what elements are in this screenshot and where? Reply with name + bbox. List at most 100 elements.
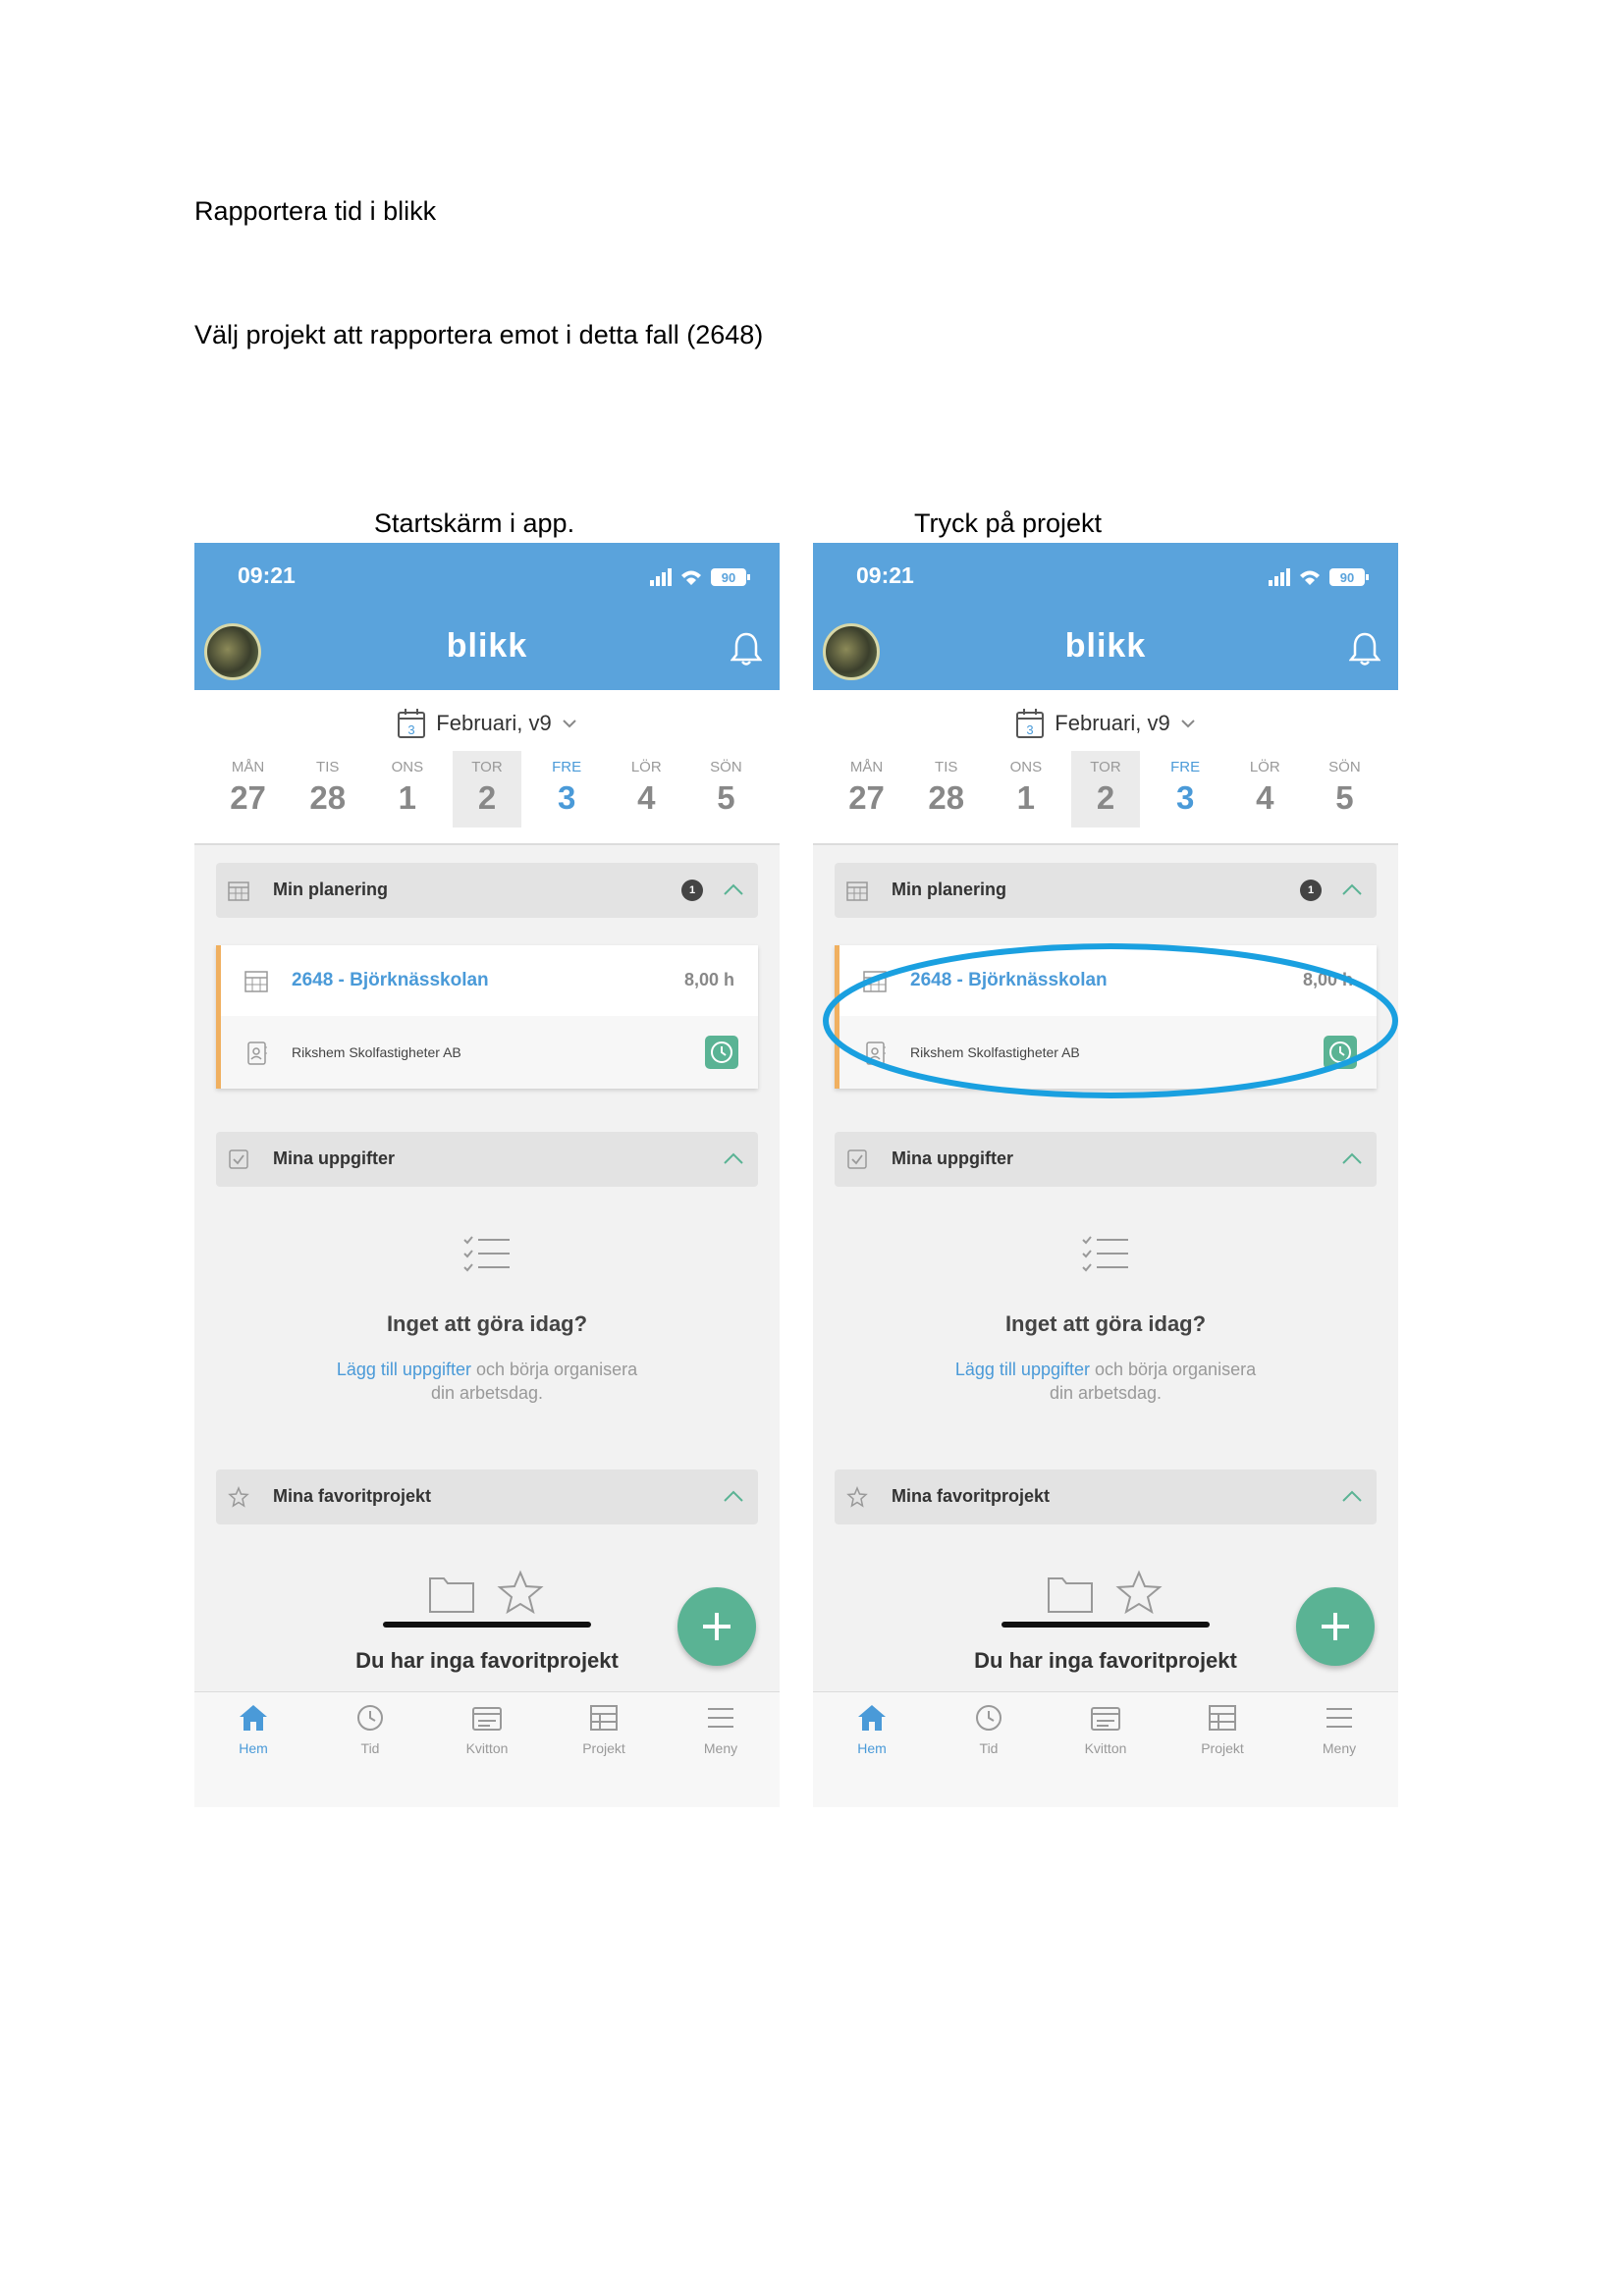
calendar-grid-icon — [846, 881, 868, 901]
chevron-up-icon[interactable] — [723, 1151, 744, 1165]
add-tasks-link[interactable]: Lägg till uppgifter — [955, 1360, 1090, 1379]
day-sun[interactable]: SÖN 5 — [1305, 755, 1384, 833]
section-favorites-header[interactable]: Mina favoritprojekt — [835, 1469, 1377, 1524]
day-fri-today[interactable]: FRE 3 — [527, 755, 607, 833]
planned-project-card[interactable]: 2648 - Björknässkolan 8,00 h Rikshem Sko… — [835, 945, 1377, 1089]
tab-projects[interactable]: Projekt — [1173, 1702, 1272, 1756]
section-favorites-header[interactable]: Mina favoritprojekt — [216, 1469, 758, 1524]
add-button[interactable] — [677, 1587, 756, 1666]
bell-icon[interactable] — [731, 631, 762, 667]
day-thu-selected[interactable]: TOR 2 — [447, 751, 526, 833]
tab-receipts[interactable]: Kvitton — [438, 1702, 536, 1756]
document-title: Rapportera tid i blikk — [194, 196, 437, 226]
checklist-icon — [463, 1236, 510, 1272]
tab-home[interactable]: Hem — [204, 1702, 302, 1756]
svg-text:3: 3 — [1027, 722, 1034, 737]
menu-icon — [708, 1708, 733, 1728]
day-wed[interactable]: ONS 1 — [986, 755, 1065, 833]
tasks-empty-title: Inget att göra idag? — [1004, 1311, 1207, 1336]
menu-icon — [1326, 1708, 1352, 1728]
day-tue[interactable]: TIS 28 — [906, 755, 986, 833]
chevron-up-icon[interactable] — [1341, 882, 1363, 896]
start-timer-button[interactable] — [1324, 1036, 1357, 1069]
contact-book-icon — [247, 1041, 267, 1065]
section-planning-header[interactable]: Min planering 1 — [216, 863, 758, 918]
blikk-logo: blikk — [446, 627, 528, 665]
section-planning-header[interactable]: Min planering 1 — [835, 863, 1377, 918]
day-mon[interactable]: MÅN 27 — [208, 755, 288, 833]
receipt-icon — [472, 1707, 502, 1731]
tasks-empty-title: Inget att göra idag? — [386, 1311, 588, 1336]
tab-time[interactable]: Tid — [321, 1702, 419, 1756]
calendar-icon: 3 — [398, 709, 426, 738]
plus-icon — [1322, 1613, 1349, 1640]
project-hours: 8,00 h — [683, 970, 734, 989]
project-name[interactable]: 2648 - Björknässkolan — [910, 970, 1108, 991]
add-tasks-link[interactable]: Lägg till uppgifter — [337, 1360, 471, 1379]
month-label: Februari, v9 — [1055, 711, 1170, 735]
folder-star-icon — [429, 1570, 544, 1615]
status-time: 09:21 — [238, 562, 296, 588]
battery-level: 90 — [722, 570, 735, 585]
checkbox-icon — [229, 1149, 248, 1169]
tab-bar: Hem Tid Kvitton Projekt Meny — [813, 1691, 1398, 1807]
month-selector[interactable]: 3 Februari, v9 — [813, 708, 1398, 744]
day-mon[interactable]: MÅN 27 — [827, 755, 906, 833]
star-icon — [228, 1486, 249, 1508]
section-planning-title: Min planering — [273, 880, 388, 899]
day-sat[interactable]: LÖR 4 — [607, 755, 686, 833]
day-sat[interactable]: LÖR 4 — [1225, 755, 1305, 833]
planned-project-card[interactable]: 2648 - Björknässkolan 8,00 h Rikshem Sko… — [216, 945, 758, 1089]
tab-menu[interactable]: Meny — [672, 1702, 770, 1756]
section-favorites-title: Mina favoritprojekt — [892, 1486, 1051, 1506]
tab-receipts[interactable]: Kvitton — [1056, 1702, 1155, 1756]
chevron-up-icon[interactable] — [1341, 1151, 1363, 1165]
plus-icon — [703, 1613, 731, 1640]
project-hours: 8,00 h — [1302, 970, 1353, 989]
receipt-icon — [1091, 1707, 1120, 1731]
section-favorites-title: Mina favoritprojekt — [273, 1486, 432, 1506]
tab-projects[interactable]: Projekt — [555, 1702, 653, 1756]
day-fri-today[interactable]: FRE 3 — [1146, 755, 1225, 833]
month-label: Februari, v9 — [436, 711, 552, 735]
phone-screenshot-start: 09:21 90 blikk 3 Februari, v9 MÅN 27 TIS 2… — [194, 543, 780, 1807]
chevron-down-icon — [1180, 720, 1195, 728]
calendar-grid-icon — [863, 971, 887, 992]
tab-home[interactable]: Hem — [823, 1702, 921, 1756]
app-header: 09:21 90 blikk — [813, 543, 1398, 690]
chevron-up-icon[interactable] — [723, 1489, 744, 1503]
day-thu-selected[interactable]: TOR 2 — [1065, 751, 1145, 833]
clock-icon — [357, 1705, 383, 1731]
tasks-empty-text: Lägg till uppgifter och börja organisera… — [954, 1360, 1257, 1403]
tab-menu[interactable]: Meny — [1290, 1702, 1388, 1756]
table-icon — [590, 1705, 618, 1731]
day-strip: MÅN 27 TIS 28 ONS 1 TOR 2 FRE 3 LÖR 4 SÖN 5 — [827, 751, 1384, 833]
start-timer-button[interactable] — [705, 1036, 738, 1069]
day-tue[interactable]: TIS 28 — [288, 755, 367, 833]
week-picker: 3 Februari, v9 MÅN 27 TIS 28 ONS 1 TOR 2 FRE… — [813, 690, 1398, 845]
customer-name: Rikshem Skolfastigheter AB — [292, 1044, 461, 1060]
table-icon — [1209, 1705, 1236, 1731]
chevron-up-icon[interactable] — [723, 882, 744, 896]
bell-icon[interactable] — [1349, 631, 1380, 667]
calendar-icon: 3 — [1016, 709, 1045, 738]
month-selector[interactable]: 3 Februari, v9 — [194, 708, 780, 744]
contact-book-icon — [866, 1041, 886, 1065]
count-badge: 1 — [1300, 880, 1322, 901]
battery-level: 90 — [1340, 570, 1354, 585]
section-tasks-header[interactable]: Mina uppgifter — [216, 1132, 758, 1187]
tab-time[interactable]: Tid — [940, 1702, 1038, 1756]
section-tasks-header[interactable]: Mina uppgifter — [835, 1132, 1377, 1187]
tab-bar: Hem Tid Kvitton Projekt Meny — [194, 1691, 780, 1807]
status-icons: 90 — [1269, 568, 1369, 586]
home-indicator — [383, 1622, 591, 1628]
star-icon — [846, 1486, 868, 1508]
add-button[interactable] — [1296, 1587, 1375, 1666]
project-name[interactable]: 2648 - Björknässkolan — [292, 970, 489, 991]
day-strip: MÅN 27 TIS 28 ONS 1 TOR 2 FRE 3 LÖR 4 SÖN 5 — [208, 751, 766, 833]
day-wed[interactable]: ONS 1 — [367, 755, 447, 833]
chevron-up-icon[interactable] — [1341, 1489, 1363, 1503]
day-sun[interactable]: SÖN 5 — [686, 755, 766, 833]
chevron-down-icon — [562, 720, 576, 728]
home-icon — [240, 1705, 267, 1731]
